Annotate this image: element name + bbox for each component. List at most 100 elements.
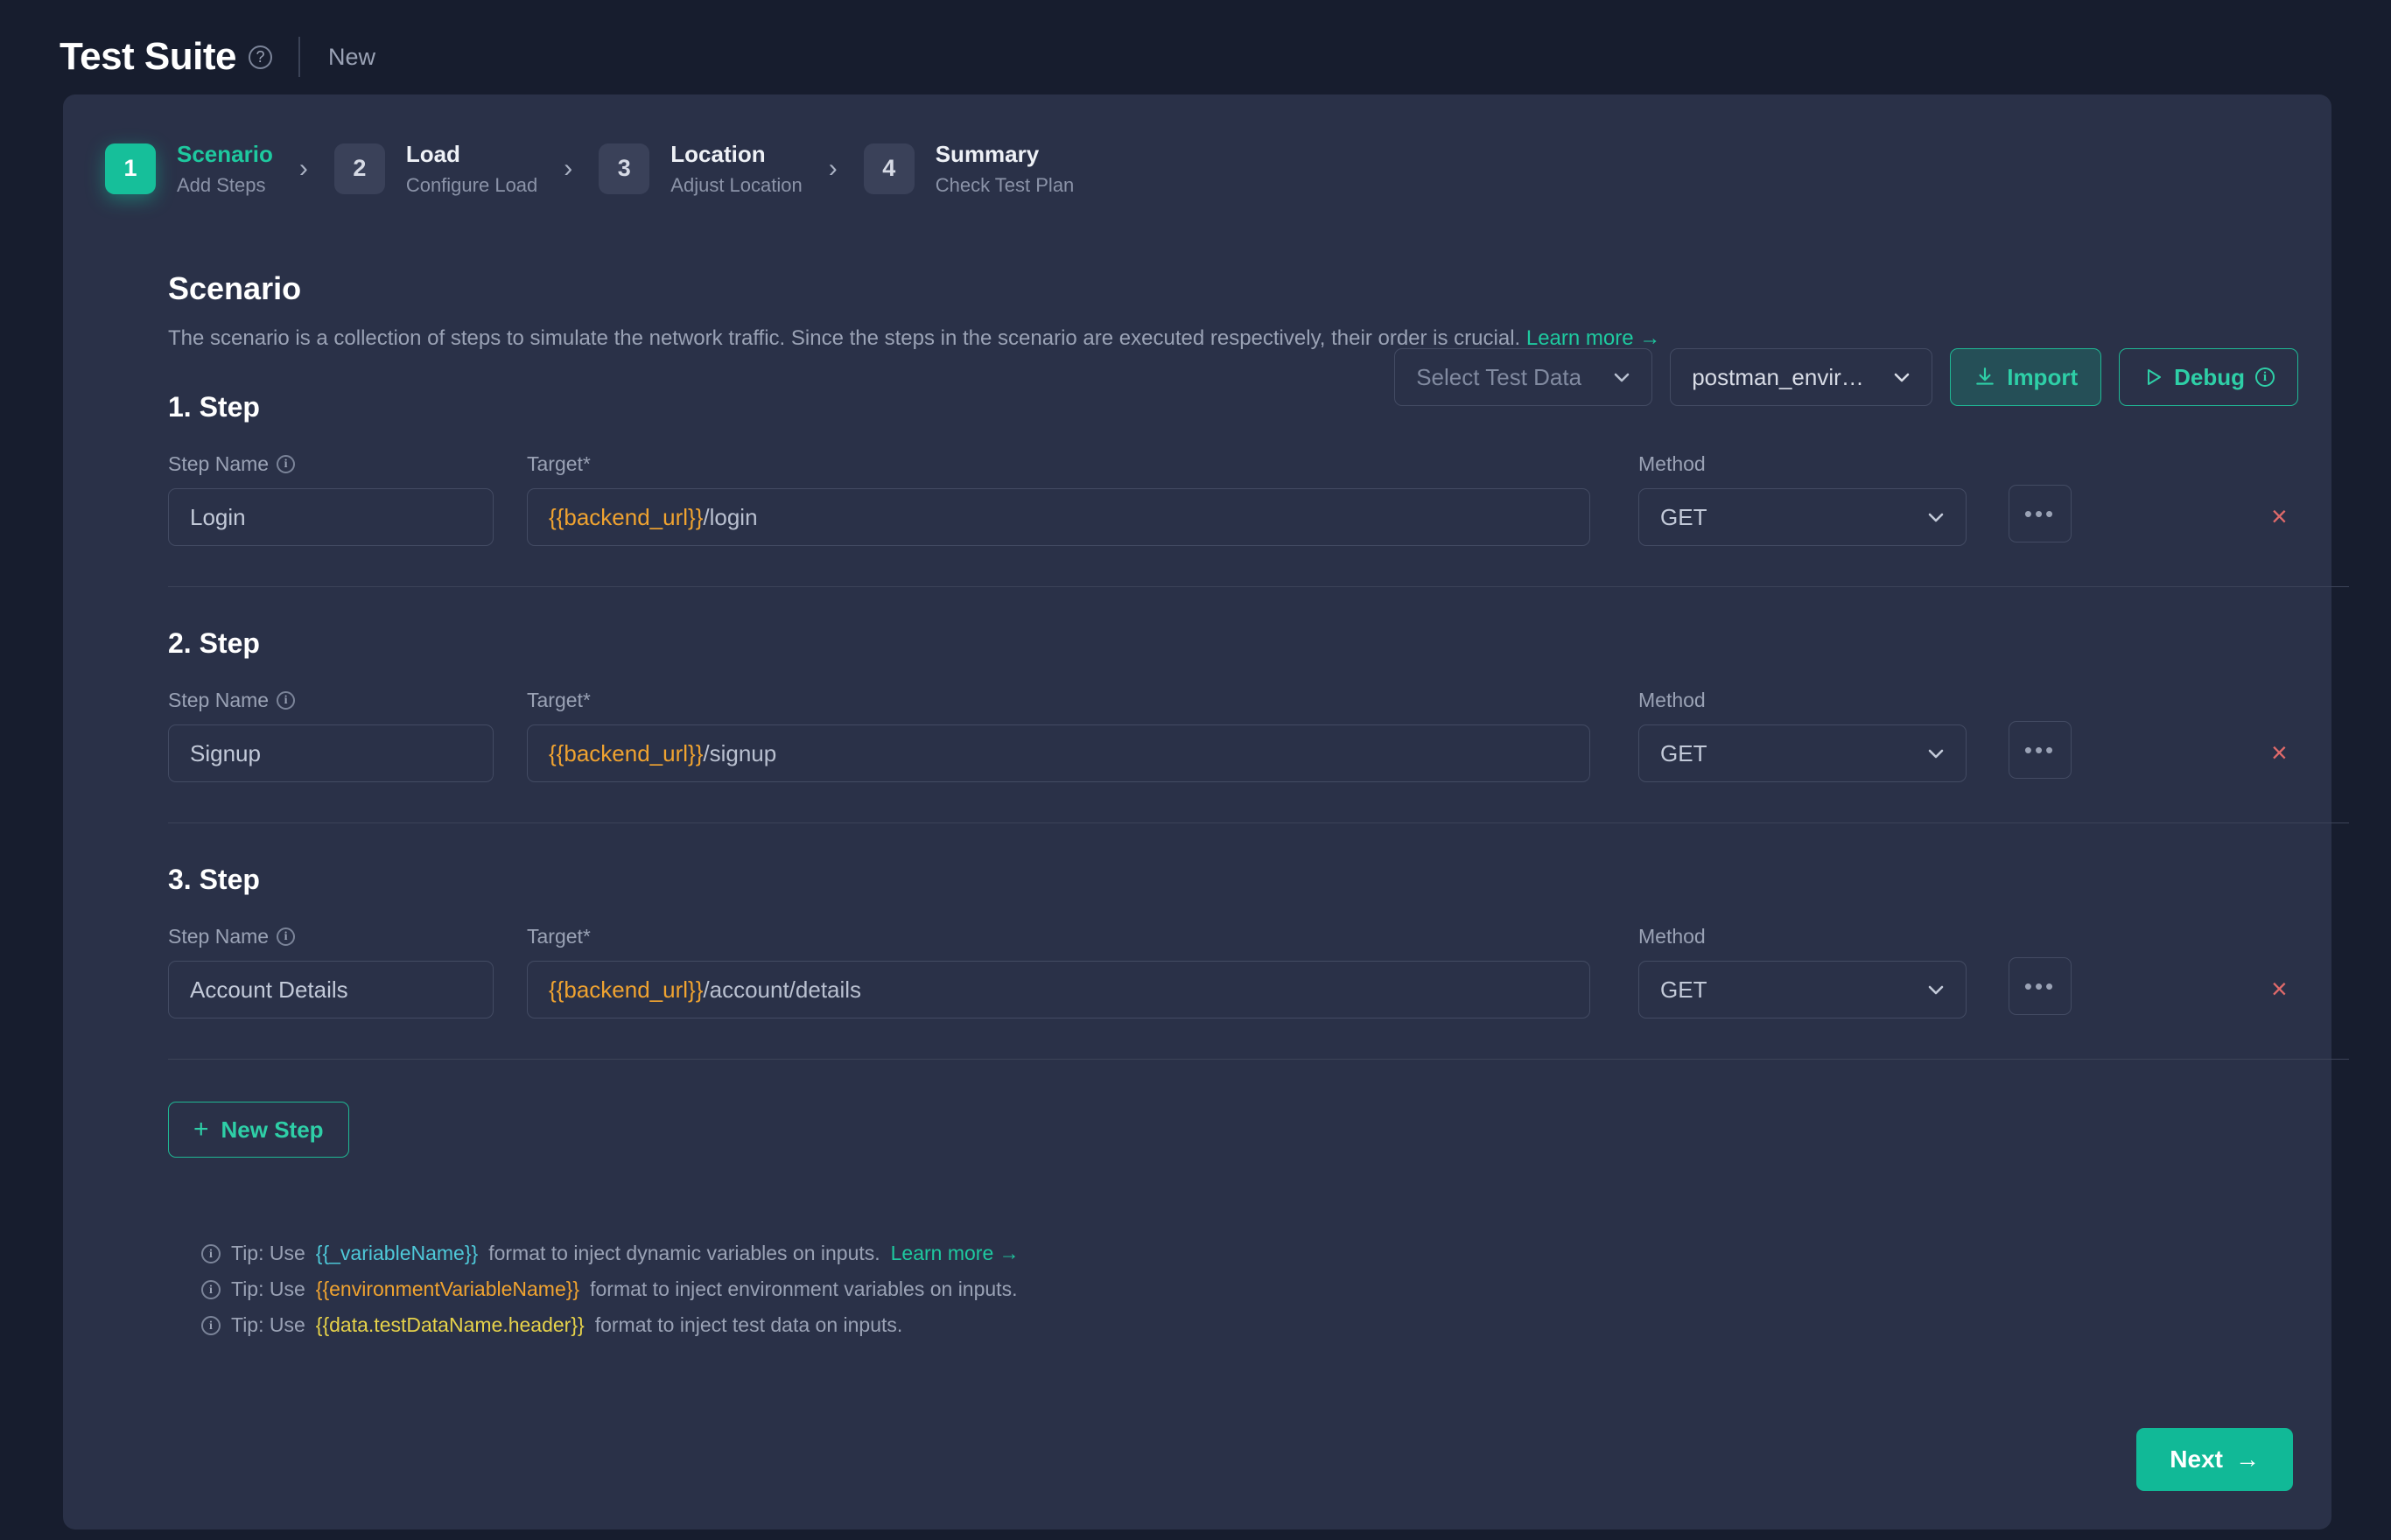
arrow-right-icon: → xyxy=(2235,1446,2260,1474)
header-subtitle: New xyxy=(328,44,375,71)
method-field-2: Method GET xyxy=(1638,688,1967,782)
method-select-value-3: GET xyxy=(1660,976,1707,1004)
chevron-down-icon xyxy=(1925,979,1946,1000)
step-delete-button-2[interactable]: × xyxy=(2271,738,2288,766)
step-desc-load: Configure Load xyxy=(406,173,537,198)
method-select-value-2: GET xyxy=(1660,740,1707,767)
method-select-3[interactable]: GET xyxy=(1638,961,1967,1018)
chevron-down-icon xyxy=(1611,367,1632,388)
method-select-1[interactable]: GET xyxy=(1638,488,1967,546)
stepper-item-location[interactable]: 3 Location Adjust Location xyxy=(599,140,802,197)
target-input-1[interactable]: {{backend_url}}/login xyxy=(527,488,1590,546)
step-delete-button-3[interactable]: × xyxy=(2271,975,2288,1003)
import-button[interactable]: Import xyxy=(1950,348,2101,406)
step-field-row-1: Step Name i Login Target* {{backend_url}… xyxy=(168,452,2288,546)
step-desc-location: Adjust Location xyxy=(670,173,802,198)
step-name-input-1[interactable]: Login xyxy=(168,488,494,546)
stepper-item-load[interactable]: 2 Load Configure Load xyxy=(334,140,537,197)
method-field-3: Method GET xyxy=(1638,924,1967,1018)
step-name-label-text: Step Name xyxy=(168,689,269,712)
method-label-2: Method xyxy=(1638,688,1967,712)
import-button-label: Import xyxy=(2007,364,2078,391)
debug-button-label: Debug xyxy=(2174,364,2245,391)
stepper-item-scenario[interactable]: 1 Scenario Add Steps xyxy=(105,140,273,197)
debug-button[interactable]: Debug i xyxy=(2119,348,2298,406)
tip-prefix: Tip: Use xyxy=(231,1242,305,1265)
tip-suffix: format to inject environment variables o… xyxy=(590,1278,1017,1301)
help-circle-icon[interactable]: ? xyxy=(249,46,272,69)
info-icon[interactable]: i xyxy=(277,455,295,473)
method-field-1: Method GET xyxy=(1638,452,1967,546)
test-data-select[interactable]: Select Test Data xyxy=(1394,348,1652,406)
chevron-down-icon xyxy=(1925,743,1946,764)
step-title-location: Location xyxy=(670,140,802,169)
step-block-2: 2. Step Step Name i Signup Target* {{bac… xyxy=(168,587,2288,782)
scenario-learn-more-link[interactable]: Learn more → xyxy=(1526,326,1660,350)
info-icon[interactable]: i xyxy=(277,928,295,946)
step-name-field-1: Step Name i Login xyxy=(168,452,494,546)
method-label-1: Method xyxy=(1638,452,1967,476)
tip-learn-more-link[interactable]: Learn more → xyxy=(891,1242,1020,1265)
step-name-input-3[interactable]: Account Details xyxy=(168,961,494,1018)
target-field-2: Target* {{backend_url}}/signup xyxy=(527,688,1590,782)
step-name-input-2[interactable]: Signup xyxy=(168,724,494,782)
step-badge-4: 4 xyxy=(864,144,915,194)
step-badge-2: 2 xyxy=(334,144,385,194)
test-data-select-value: Select Test Data xyxy=(1416,364,1581,391)
chevron-right-icon-2: › xyxy=(564,156,572,182)
target-input-2[interactable]: {{backend_url}}/signup xyxy=(527,724,1590,782)
target-label-2: Target* xyxy=(527,688,1590,712)
wizard-stepper: 1 Scenario Add Steps › 2 Load Configure … xyxy=(63,94,2331,197)
step-block-3: 3. Step Step Name i Account Details Targ… xyxy=(168,823,2288,1018)
new-step-container: + New Step xyxy=(168,1102,2288,1158)
stepper-item-summary[interactable]: 4 Summary Check Test Plan xyxy=(864,140,1075,197)
info-icon[interactable]: i xyxy=(2255,368,2275,387)
new-step-button-label: New Step xyxy=(221,1116,324,1144)
step-badge-1: 1 xyxy=(105,144,156,194)
plus-icon: + xyxy=(193,1116,209,1143)
step-badge-3: 3 xyxy=(599,144,649,194)
step-title-scenario: Scenario xyxy=(177,140,273,169)
scenario-description: The scenario is a collection of steps to… xyxy=(168,326,2288,351)
tip-token: {{environmentVariableName}} xyxy=(316,1278,579,1301)
step-delete-button-1[interactable]: × xyxy=(2271,502,2288,530)
step-name-label-1: Step Name i xyxy=(168,452,494,476)
tip-dynamic-variables: i Tip: Use {{_variableName}} format to i… xyxy=(201,1242,2288,1265)
target-path-1: /login xyxy=(703,504,757,531)
environment-select[interactable]: postman_envir… xyxy=(1670,348,1932,406)
tip-token: {{_variableName}} xyxy=(316,1242,478,1265)
target-variable-2: {{backend_url}} xyxy=(549,740,703,767)
step-more-options-button-1[interactable]: ••• xyxy=(2009,485,2072,542)
target-variable-3: {{backend_url}} xyxy=(549,976,703,1004)
tip-token: {{data.testDataName.header}} xyxy=(316,1313,585,1337)
target-path-2: /signup xyxy=(703,740,776,767)
info-icon[interactable]: i xyxy=(277,691,295,710)
tip-prefix: Tip: Use xyxy=(231,1278,305,1301)
method-select-2[interactable]: GET xyxy=(1638,724,1967,782)
step-divider-3 xyxy=(168,1059,2349,1060)
step-name-label-3: Step Name i xyxy=(168,924,494,948)
step-field-row-3: Step Name i Account Details Target* {{ba… xyxy=(168,924,2288,1018)
chevron-down-icon xyxy=(1891,367,1912,388)
scenario-toolbar: Select Test Data postman_envir… Import D… xyxy=(1394,348,2298,406)
target-variable-1: {{backend_url}} xyxy=(549,504,703,531)
step-more-options-button-2[interactable]: ••• xyxy=(2009,721,2072,779)
next-button[interactable]: Next → xyxy=(2136,1428,2293,1491)
tip-suffix: format to inject test data on inputs. xyxy=(595,1313,903,1337)
target-label-3: Target* xyxy=(527,924,1590,948)
environment-select-value: postman_envir… xyxy=(1692,364,1864,391)
step-title-load: Load xyxy=(406,140,537,169)
step-heading-2: 2. Step xyxy=(168,627,2288,660)
tip-environment-variables: i Tip: Use {{environmentVariableName}} f… xyxy=(201,1278,2288,1301)
target-path-3: /account/details xyxy=(703,976,861,1004)
header-divider xyxy=(298,37,300,77)
new-step-button[interactable]: + New Step xyxy=(168,1102,349,1158)
tip-suffix: format to inject dynamic variables on in… xyxy=(488,1242,880,1265)
chevron-right-icon-1: › xyxy=(299,156,308,182)
next-button-label: Next xyxy=(2170,1446,2223,1474)
info-icon: i xyxy=(201,1244,221,1264)
download-icon xyxy=(1974,366,1996,388)
target-input-3[interactable]: {{backend_url}}/account/details xyxy=(527,961,1590,1018)
step-more-options-button-3[interactable]: ••• xyxy=(2009,957,2072,1015)
page-title: Test Suite xyxy=(60,35,236,79)
